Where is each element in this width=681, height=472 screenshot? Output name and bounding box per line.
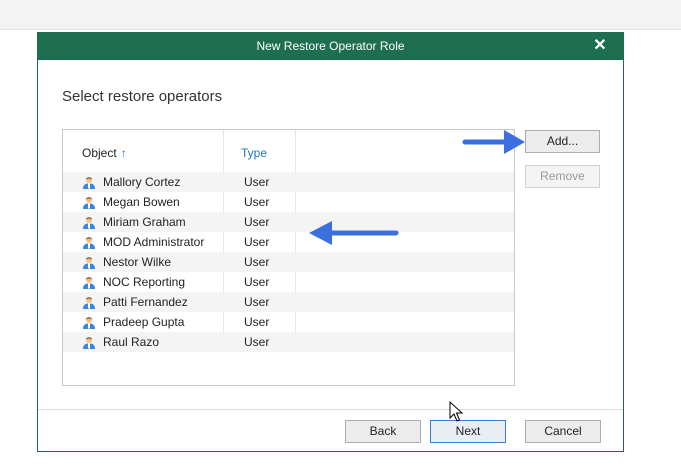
table-row[interactable]: MOD Administrator User <box>63 232 514 252</box>
table-row[interactable]: Pradeep Gupta User <box>63 312 514 332</box>
table-row[interactable]: Megan Bowen User <box>63 192 514 212</box>
column-header-type[interactable]: Type <box>241 146 267 160</box>
table-row[interactable]: Mallory Cortez User <box>63 172 514 192</box>
row-object-name: NOC Reporting <box>103 275 186 289</box>
remove-button[interactable]: Remove <box>525 165 600 188</box>
column-header-object[interactable]: Object ↑ <box>82 146 127 160</box>
row-object-name: Mallory Cortez <box>103 175 181 189</box>
cancel-button[interactable]: Cancel <box>525 420 601 443</box>
row-object-name: Megan Bowen <box>103 195 180 209</box>
add-button[interactable]: Add... <box>525 130 600 153</box>
row-object-name: Miriam Graham <box>103 215 186 229</box>
operators-grid[interactable]: Object ↑ Type Mallory Cortez User Megan Bow… <box>62 129 515 386</box>
user-icon <box>83 237 95 249</box>
row-type: User <box>244 335 270 349</box>
table-row[interactable]: NOC Reporting User <box>63 272 514 292</box>
grid-rows: Mallory Cortez User Megan Bowen User Miriam … <box>63 172 514 352</box>
row-object-name: Patti Fernandez <box>103 295 188 309</box>
user-icon <box>83 197 95 209</box>
row-object-name: Pradeep Gupta <box>103 315 185 329</box>
user-icon <box>83 217 95 229</box>
table-row[interactable]: Patti Fernandez User <box>63 292 514 312</box>
row-object-name: MOD Administrator <box>103 235 205 249</box>
close-icon[interactable]: ✕ <box>591 36 609 56</box>
row-object-name: Nestor Wilke <box>103 255 172 269</box>
table-row[interactable]: Raul Razo User <box>63 332 514 352</box>
back-button[interactable]: Back <box>345 420 421 443</box>
user-icon <box>83 177 95 189</box>
title-bar: New Restore Operator Role ✕ <box>38 33 623 60</box>
row-type: User <box>244 255 270 269</box>
user-icon <box>83 317 95 329</box>
row-type: User <box>244 315 270 329</box>
restore-operator-dialog: New Restore Operator Role ✕ Select resto… <box>37 32 624 452</box>
footer-divider <box>38 409 623 410</box>
row-type: User <box>244 195 270 209</box>
top-bar <box>0 0 681 30</box>
row-type: User <box>244 215 270 229</box>
page-heading: Select restore operators <box>62 88 223 105</box>
user-icon <box>83 297 95 309</box>
row-type: User <box>244 275 270 289</box>
row-type: User <box>244 235 270 249</box>
row-type: User <box>244 175 270 189</box>
sort-ascending-icon: ↑ <box>120 146 127 160</box>
row-type: User <box>244 295 270 309</box>
user-icon <box>83 257 95 269</box>
table-row[interactable]: Nestor Wilke User <box>63 252 514 272</box>
row-object-name: Raul Razo <box>103 335 160 349</box>
user-icon <box>83 337 95 349</box>
column-header-object-label: Object <box>82 146 117 160</box>
table-row[interactable]: Miriam Graham User <box>63 212 514 232</box>
next-button[interactable]: Next <box>430 420 506 443</box>
user-icon <box>83 277 95 289</box>
dialog-title: New Restore Operator Role <box>256 39 405 53</box>
